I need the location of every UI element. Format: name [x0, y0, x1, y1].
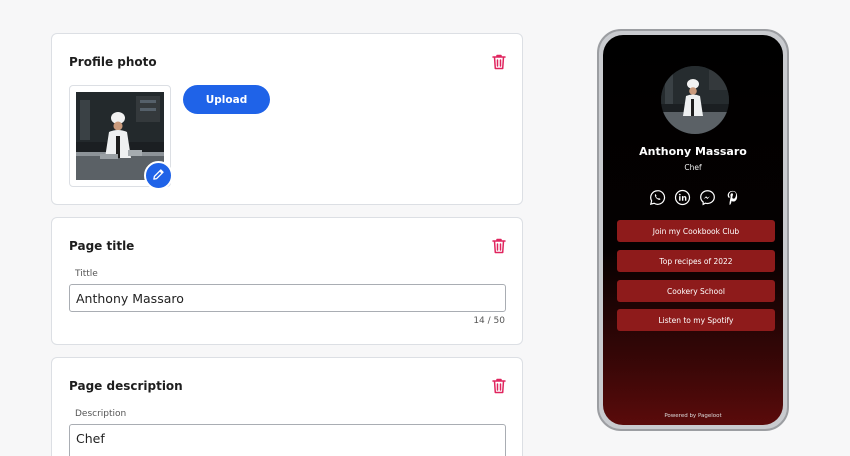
link-button[interactable]: Top recipes of 2022	[617, 250, 775, 272]
link-button[interactable]: Cookery School	[617, 280, 775, 302]
profile-photo-card: Profile photo Upload	[51, 33, 523, 205]
title-input[interactable]: Anthony Massaro	[69, 284, 506, 312]
title-char-counter: 14 / 50	[473, 316, 505, 326]
pencil-icon	[152, 166, 165, 185]
profile-photo-title: Profile photo	[69, 55, 157, 69]
messenger-icon[interactable]	[699, 189, 716, 206]
preview-name: Anthony Massaro	[639, 145, 747, 158]
pinterest-icon[interactable]	[724, 189, 741, 206]
phone-preview: Anthony Massaro Chef Join my Cookbook Cl…	[597, 29, 789, 431]
title-field-label: Tittle	[75, 269, 98, 279]
delete-title-icon[interactable]	[492, 238, 506, 254]
linkedin-icon[interactable]	[674, 189, 691, 206]
preview-subtitle: Chef	[684, 163, 702, 172]
page-description-heading: Page description	[69, 379, 183, 393]
page-description-card: Page description Description Chef	[51, 357, 523, 456]
upload-button[interactable]: Upload	[183, 85, 270, 114]
description-field-label: Description	[75, 409, 127, 419]
powered-by-footer[interactable]: Powered by Pageloot	[603, 413, 783, 419]
phone-screen: Anthony Massaro Chef Join my Cookbook Cl…	[603, 35, 783, 425]
description-input[interactable]: Chef	[69, 424, 506, 456]
link-button[interactable]: Join my Cookbook Club	[617, 220, 775, 242]
delete-description-icon[interactable]	[492, 378, 506, 394]
link-button[interactable]: Listen to my Spotify	[617, 309, 775, 331]
edit-photo-button[interactable]	[144, 161, 173, 190]
delete-photo-icon[interactable]	[492, 54, 506, 70]
page-title-card: Page title Tittle Anthony Massaro 14 / 5…	[51, 217, 523, 345]
preview-avatar	[661, 66, 729, 134]
whatsapp-icon[interactable]	[649, 189, 666, 206]
social-icons	[649, 189, 741, 207]
page-title-heading: Page title	[69, 239, 135, 253]
